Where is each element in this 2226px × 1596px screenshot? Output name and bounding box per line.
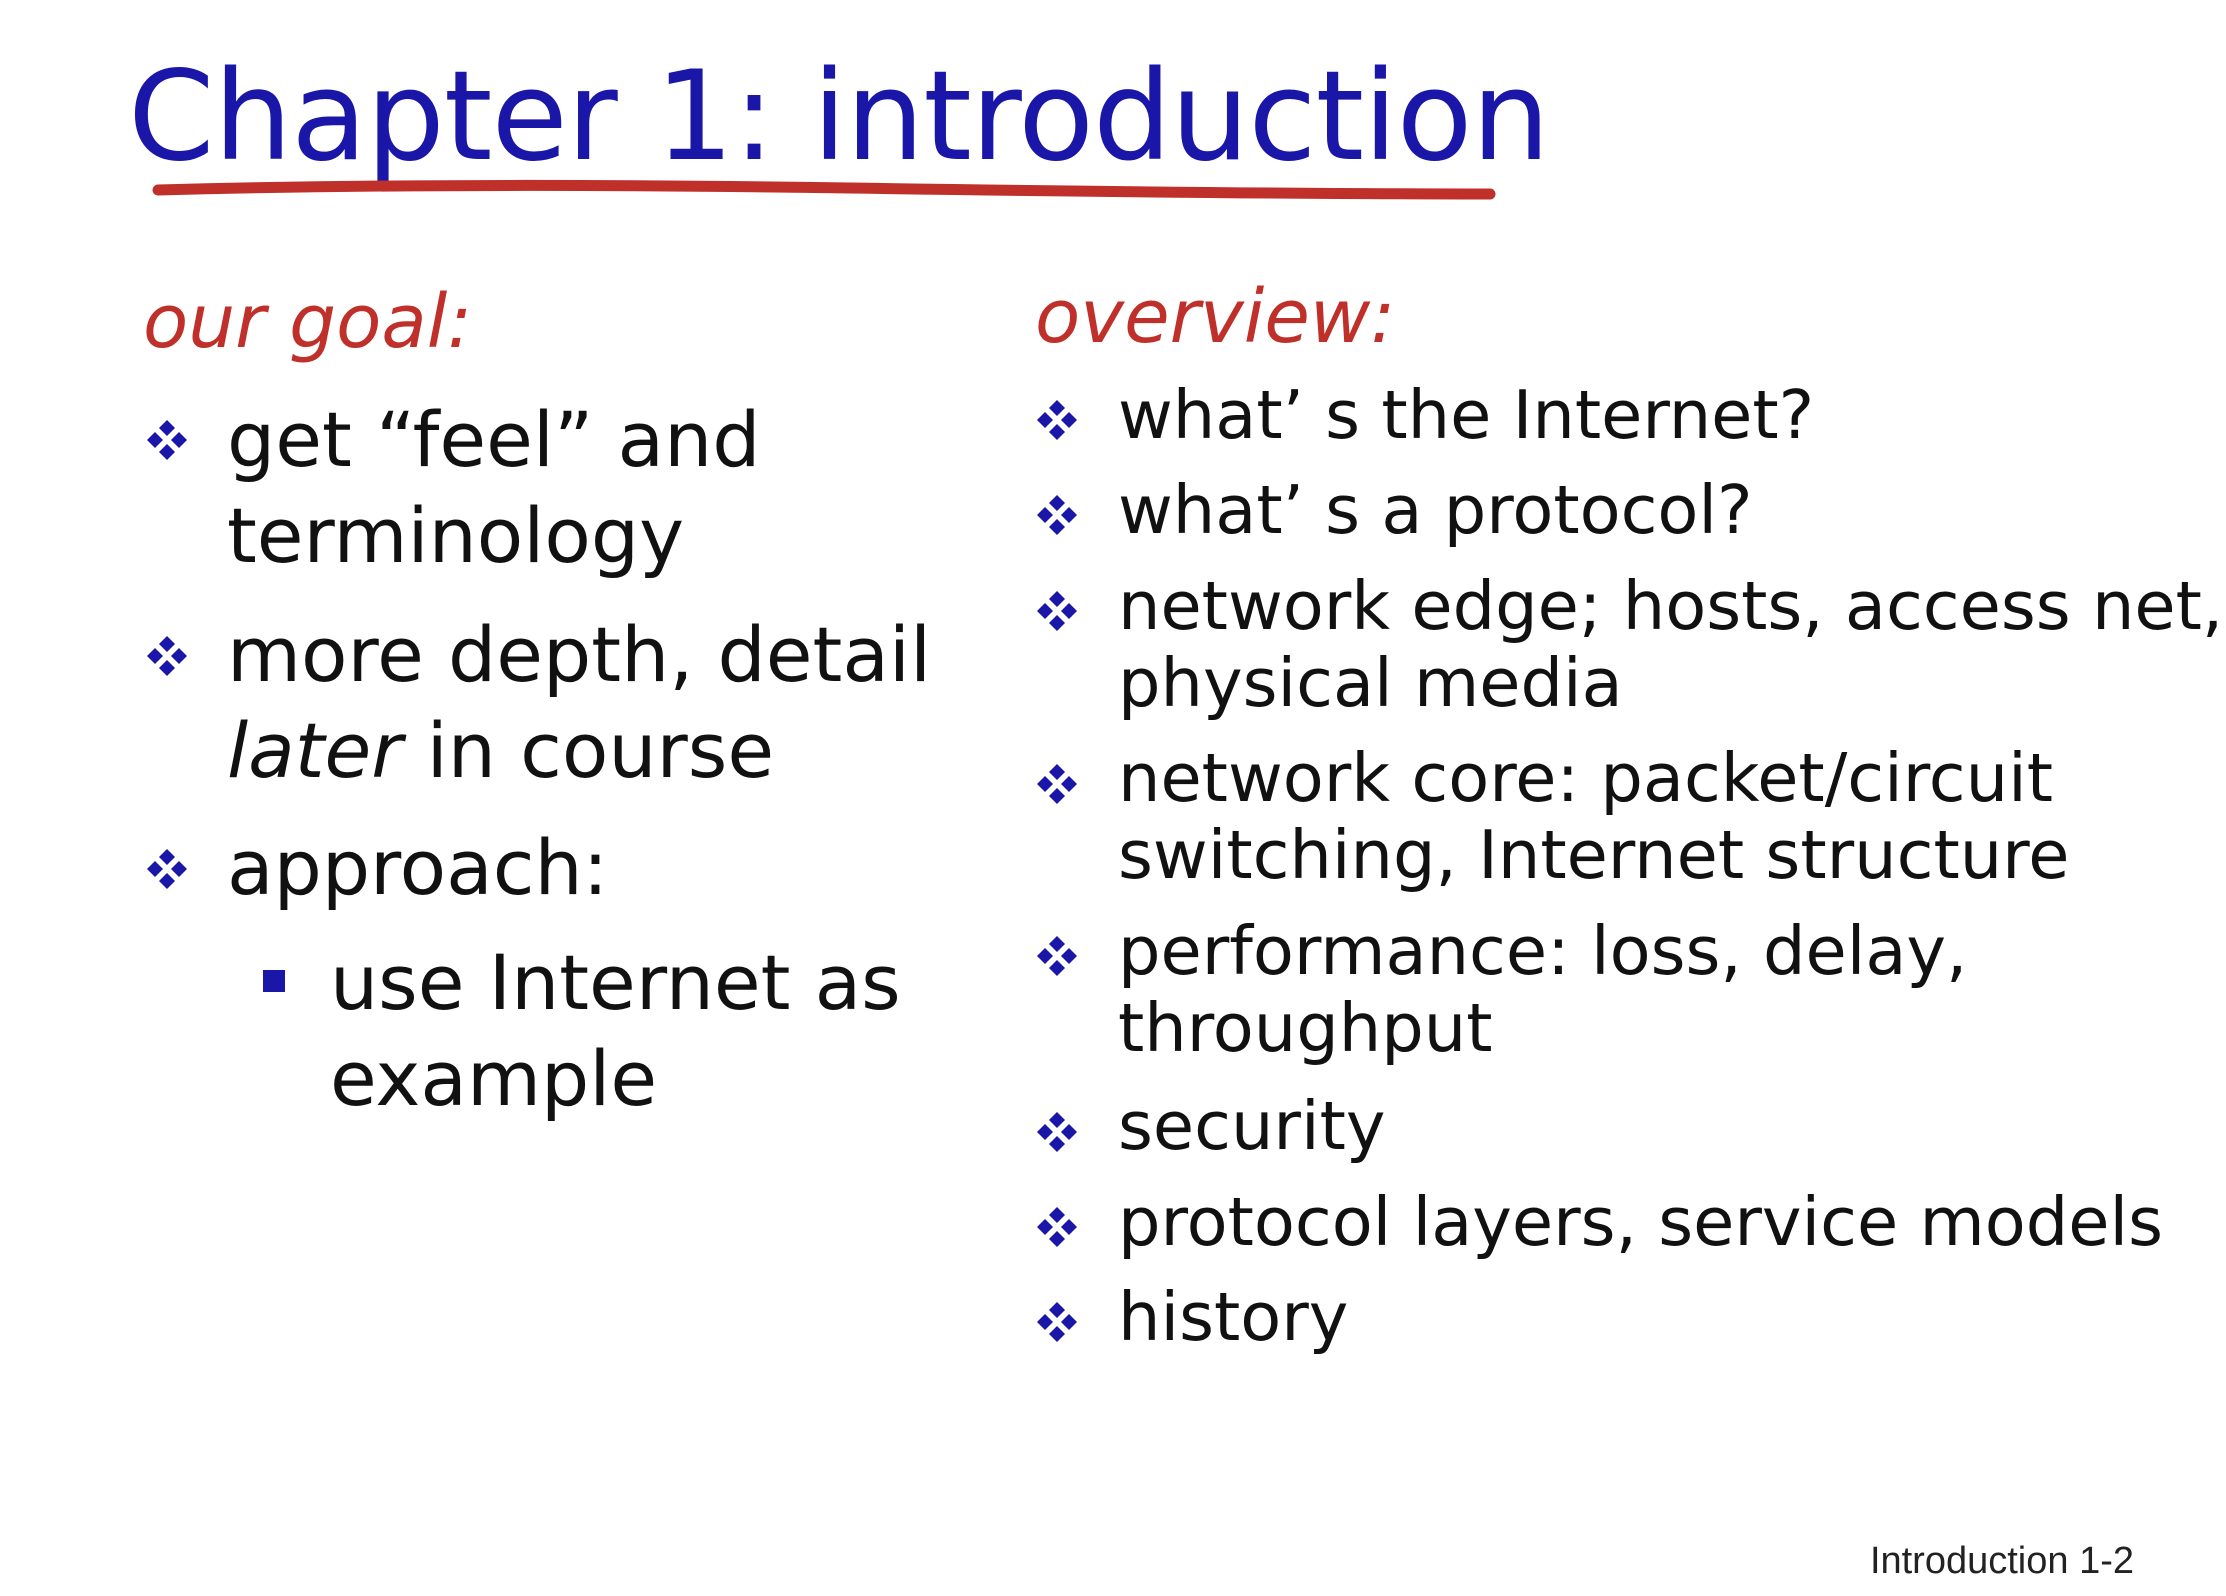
slide-title: Chapter 1: introduction <box>128 45 1550 189</box>
goal-item-3-line1: approach: <box>227 823 609 912</box>
overview-item-1-line1: what’ s the Internet? <box>1118 376 1815 454</box>
overview-item-8-line1: history <box>1118 1278 1349 1356</box>
four-diamond-icon <box>147 849 187 889</box>
goal-subitem-1-line1: use Internet as <box>330 938 901 1027</box>
overview-item-3-line1: network edge; hosts, access net, <box>1118 567 2224 645</box>
slide-footer: Introduction 1-2 <box>1869 1540 2134 1582</box>
overview-item-4-line1: network core: packet/circuit <box>1118 739 2053 817</box>
goal-subitem-1: use Internet as example <box>330 935 901 1127</box>
overview-item-7-line1: protocol layers, service models <box>1118 1183 2164 1261</box>
goal-item-2-italic: later <box>227 706 403 795</box>
goal-item-2-line1: more depth, detail <box>227 610 932 699</box>
goal-item-1-line1: get “feel” and <box>227 395 761 484</box>
overview-item-3: network edge; hosts, access net, physica… <box>1118 568 2223 722</box>
overview-item-8: history <box>1118 1279 1348 1356</box>
goal-subitem-1-line2: example <box>330 1034 658 1123</box>
goal-heading: our goal: <box>143 279 473 365</box>
goal-item-3: approach: <box>227 820 608 916</box>
goal-item-1: get “feel” and terminology <box>227 392 761 584</box>
overview-item-6-line1: security <box>1118 1087 1386 1165</box>
goal-item-1-line2: terminology <box>227 491 685 580</box>
title-underline <box>152 179 1496 200</box>
square-bullet-icon <box>263 970 285 992</box>
overview-item-5: performance: loss, delay, throughput <box>1118 913 1967 1067</box>
four-diamond-icon <box>1037 1302 1077 1342</box>
four-diamond-icon <box>1037 400 1077 440</box>
overview-item-2-line1: what’ s a protocol? <box>1118 471 1753 549</box>
overview-item-4: network core: packet/circuit switching, … <box>1118 740 2069 894</box>
four-diamond-icon <box>1037 495 1077 535</box>
overview-item-7: protocol layers, service models <box>1118 1184 2163 1261</box>
overview-item-4-line2: switching, Internet structure <box>1118 816 2070 894</box>
goal-item-2-line2: later in course <box>227 703 931 799</box>
four-diamond-icon <box>147 420 187 460</box>
overview-item-1: what’ s the Internet? <box>1118 377 1814 454</box>
overview-item-5-line2: throughput <box>1118 989 1493 1067</box>
overview-item-2: what’ s a protocol? <box>1118 472 1753 549</box>
overview-item-6: security <box>1118 1088 1386 1165</box>
goal-item-2-rest: in course <box>402 706 775 795</box>
goal-item-2: more depth, detail later in course <box>227 607 931 799</box>
overview-item-3-line2: physical media <box>1118 644 1623 722</box>
four-diamond-icon <box>1037 591 1077 631</box>
overview-heading: overview: <box>1035 274 1396 360</box>
four-diamond-icon <box>147 636 187 676</box>
four-diamond-icon <box>1037 1112 1077 1152</box>
four-diamond-icon <box>1037 936 1077 976</box>
four-diamond-icon <box>1037 1207 1077 1247</box>
four-diamond-icon <box>1037 764 1077 804</box>
overview-item-5-line1: performance: loss, delay, <box>1118 912 1968 990</box>
